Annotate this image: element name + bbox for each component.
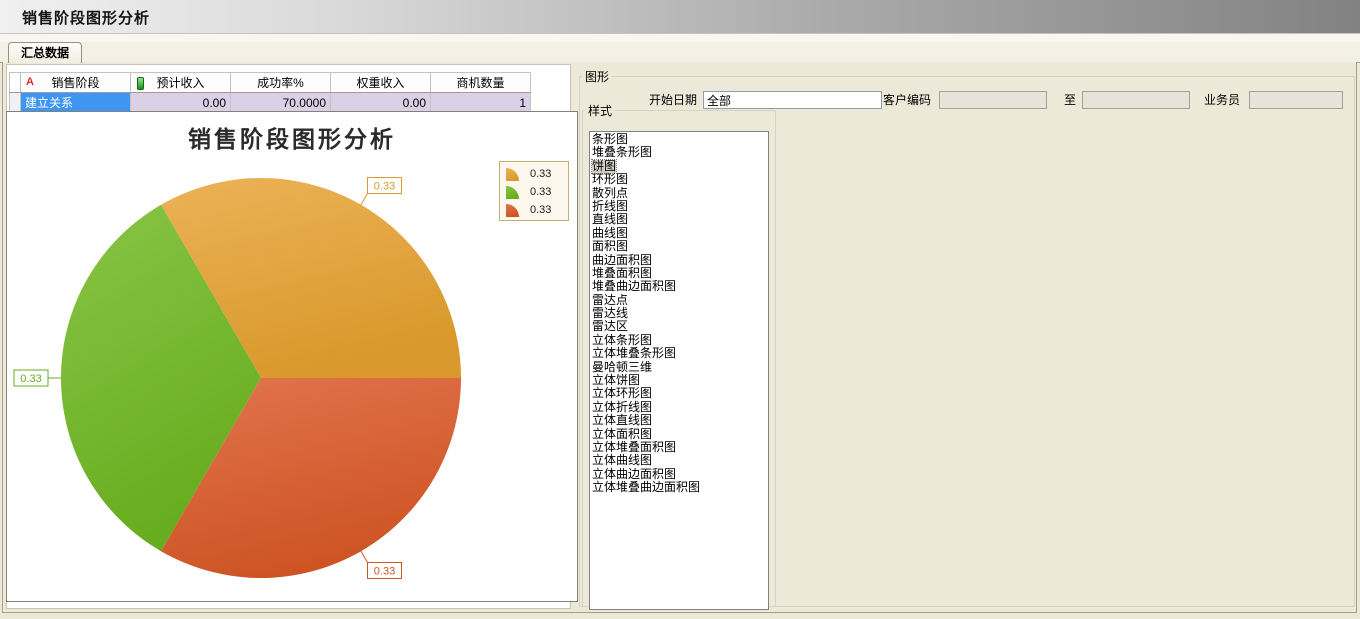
legend-value: 0.33: [530, 204, 551, 216]
callout-line: [361, 194, 368, 205]
column-header-stage[interactable]: A 销售阶段: [21, 73, 131, 93]
chart-legend: 0.33 0.33 0.33: [499, 161, 569, 221]
table-row-selected[interactable]: 建立关系 0.00 70.0000 0.00 1: [10, 93, 531, 113]
style-option[interactable]: 立体直线图: [590, 414, 768, 427]
callout-line: [361, 551, 368, 562]
cell-stage[interactable]: 建立关系: [21, 93, 131, 113]
style-option[interactable]: 散列点: [590, 187, 768, 200]
style-option[interactable]: 雷达区: [590, 320, 768, 333]
row-indicator[interactable]: [10, 93, 21, 113]
customer-code-input[interactable]: [939, 91, 1047, 109]
titlebar-divider: [0, 34, 1360, 42]
style-option[interactable]: 面积图: [590, 240, 768, 253]
legend-swatch-pie-slice-icon: [504, 184, 525, 200]
range-to-label: 至: [1064, 91, 1078, 109]
cell-expected-income[interactable]: 0.00: [131, 93, 231, 113]
style-option[interactable]: 立体面积图: [590, 428, 768, 441]
number-type-icon: [137, 77, 144, 90]
style-option[interactable]: 饼图: [590, 160, 768, 173]
style-option[interactable]: 直线图: [590, 213, 768, 226]
column-header-label: 成功率%: [257, 76, 304, 90]
column-header-expected-income[interactable]: 预计收入: [131, 73, 231, 93]
pie-chart-svg: 0.33 0.33 0.33: [7, 112, 579, 603]
column-header-weighted-income[interactable]: 权重收入: [331, 73, 431, 93]
style-groupbox: 样式 条形图堆叠条形图饼图环形图散列点折线图直线图曲线图面积图曲边面积图堆叠面积…: [582, 102, 776, 607]
row-indicator-header: [10, 73, 21, 93]
style-option[interactable]: 堆叠条形图: [590, 146, 768, 159]
text-type-icon: A: [26, 76, 34, 88]
legend-item: 0.33: [504, 201, 564, 219]
chart-style-listbox[interactable]: 条形图堆叠条形图饼图环形图散列点折线图直线图曲线图面积图曲边面积图堆叠面积图堆叠…: [589, 131, 769, 610]
style-option[interactable]: 立体堆叠条形图: [590, 347, 768, 360]
style-option[interactable]: 雷达线: [590, 307, 768, 320]
style-option[interactable]: 立体环形图: [590, 387, 768, 400]
callout-value: 0.33: [374, 181, 395, 193]
content-area: A 销售阶段 预计收入 成功率% 权重收入 商机数量: [2, 62, 1357, 613]
legend-swatch-pie-slice-icon: [504, 202, 525, 218]
style-option[interactable]: 环形图: [590, 173, 768, 186]
cell-weighted-income[interactable]: 0.00: [331, 93, 431, 113]
tab-summary-data[interactable]: 汇总数据: [8, 42, 82, 63]
column-header-label: 预计收入: [156, 76, 204, 90]
legend-value: 0.33: [530, 186, 551, 198]
range-end-input[interactable]: [1082, 91, 1190, 109]
salesman-label: 业务员: [1204, 91, 1244, 109]
legend-item: 0.33: [504, 183, 564, 201]
pie-chart-container: 销售阶段图形分析 0.330.330.33 0.33 0.33 0.33: [6, 111, 578, 602]
callout-value: 0.33: [374, 565, 395, 577]
legend-value: 0.33: [530, 168, 551, 180]
legend-item: 0.33: [504, 165, 564, 183]
style-option[interactable]: 曲边面积图: [590, 254, 768, 267]
style-option[interactable]: 堆叠面积图: [590, 267, 768, 280]
salesman-input[interactable]: [1249, 91, 1343, 109]
tab-strip: 汇总数据: [0, 42, 1360, 63]
style-option[interactable]: 堆叠曲边面积图: [590, 280, 768, 293]
page-title: 销售阶段图形分析: [22, 7, 150, 28]
style-option[interactable]: 雷达点: [590, 294, 768, 307]
style-option[interactable]: 条形图: [590, 133, 768, 146]
cell-success-rate[interactable]: 70.0000: [231, 93, 331, 113]
cell-opportunity-count[interactable]: 1: [431, 93, 531, 113]
window-titlebar: 销售阶段图形分析: [0, 0, 1360, 34]
column-header-opportunity-count[interactable]: 商机数量: [431, 73, 531, 93]
column-header-success-rate[interactable]: 成功率%: [231, 73, 331, 93]
column-header-label: 销售阶段: [51, 76, 99, 90]
style-option[interactable]: 折线图: [590, 200, 768, 213]
column-header-label: 商机数量: [456, 76, 504, 90]
table-header-row: A 销售阶段 预计收入 成功率% 权重收入 商机数量: [10, 73, 531, 93]
style-option[interactable]: 立体堆叠曲边面积图: [590, 481, 768, 494]
legend-swatch-pie-slice-icon: [504, 166, 525, 182]
style-option[interactable]: 立体曲线图: [590, 454, 768, 467]
column-header-label: 权重收入: [356, 76, 404, 90]
style-groupbox-label: 样式: [585, 102, 615, 119]
graph-groupbox-label: 图形: [582, 68, 612, 85]
customer-code-label: 客户编码: [883, 91, 935, 109]
style-option[interactable]: 曲线图: [590, 227, 768, 240]
callout-value: 0.33: [20, 373, 41, 385]
